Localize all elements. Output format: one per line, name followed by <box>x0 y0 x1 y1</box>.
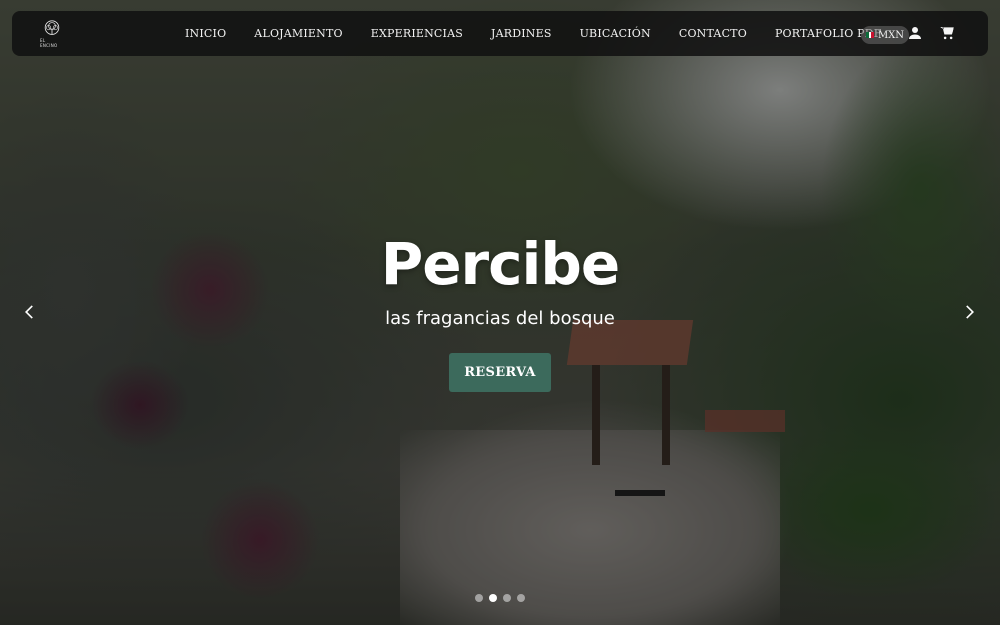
reserva-button[interactable]: RESERVA <box>449 353 551 392</box>
logo-text: EL ENCINO <box>40 38 58 48</box>
carousel-next-arrow-icon[interactable] <box>959 302 979 322</box>
carousel-dot-active[interactable] <box>489 594 497 602</box>
currency-selector[interactable]: MXN <box>861 26 909 44</box>
currency-label: MXN <box>877 29 905 41</box>
nav-item-inicio[interactable]: INICIO <box>173 27 238 40</box>
user-icon[interactable] <box>906 24 924 42</box>
mexico-flag-icon <box>865 32 874 38</box>
nav-item-experiencias[interactable]: EXPERIENCIAS <box>359 27 475 40</box>
nav-item-jardines[interactable]: JARDINES <box>479 27 564 40</box>
carousel-prev-arrow-icon[interactable] <box>20 302 40 322</box>
cart-icon[interactable] <box>938 24 956 42</box>
hero-title: Percibe <box>380 230 621 298</box>
nav-item-alojamiento[interactable]: ALOJAMIENTO <box>242 27 354 40</box>
tree-logo-icon <box>44 20 60 35</box>
nav-item-contacto[interactable]: CONTACTO <box>667 27 759 40</box>
top-navbar: EL ENCINO INICIO ALOJAMIENTO EXPERIENCIA… <box>12 11 988 56</box>
nav-menu: INICIO ALOJAMIENTO EXPERIENCIAS JARDINES… <box>173 11 898 56</box>
carousel-dot[interactable] <box>503 594 511 602</box>
carousel-indicators <box>475 594 525 602</box>
carousel-dot[interactable] <box>475 594 483 602</box>
carousel-dot[interactable] <box>517 594 525 602</box>
nav-item-ubicacion[interactable]: UBICACIÓN <box>568 27 663 40</box>
brand-logo[interactable]: EL ENCINO <box>40 20 64 48</box>
hero-subtitle: las fragancias del bosque <box>385 308 615 329</box>
